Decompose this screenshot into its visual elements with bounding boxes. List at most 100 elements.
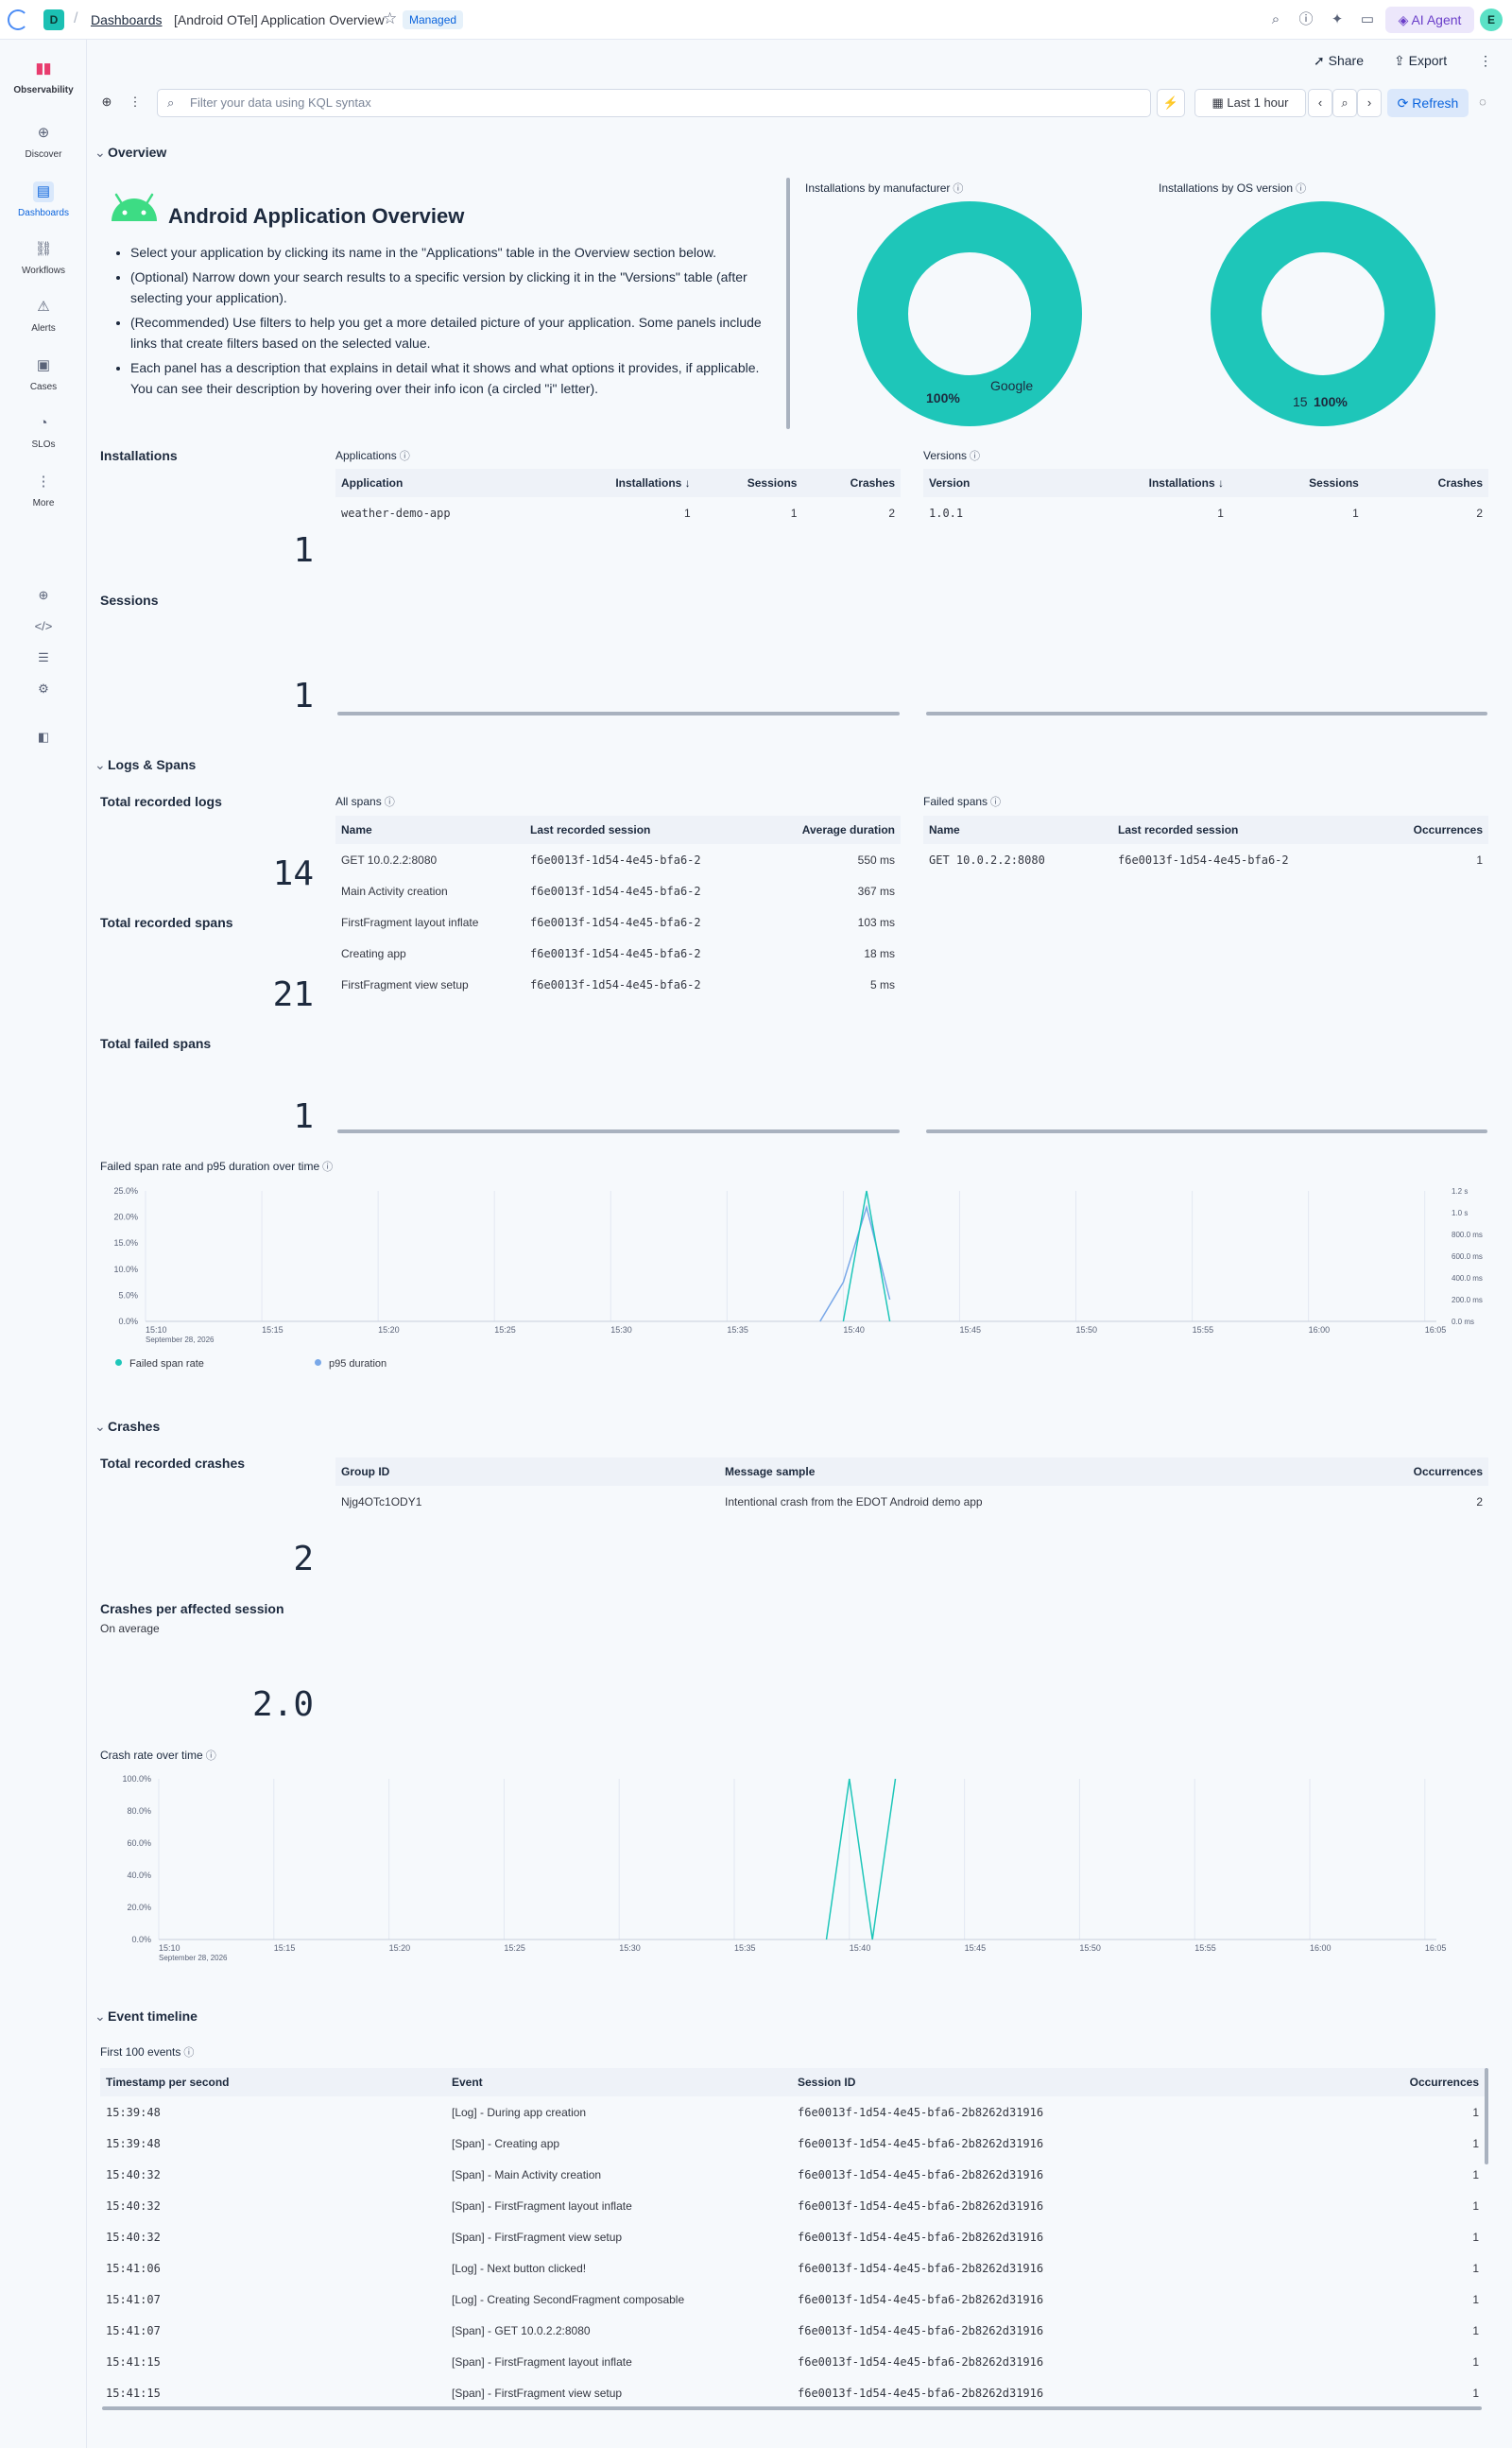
data-management-icon[interactable]: ☰ [33,647,54,668]
session-id-link[interactable]: f6e0013f-1d54-4e45-bfa6-2b8262d31916 [792,2128,1319,2159]
legend-failed-span-rate[interactable]: Failed span rate [115,1358,204,1370]
column-header[interactable]: Crashes [802,469,901,497]
news-feed-icon[interactable]: ✦ [1328,10,1347,29]
dev-tools-icon[interactable]: </> [33,616,54,637]
session-id-link[interactable]: f6e0013f-1d54-4e45-bfa6-2b8262d31916 [792,2315,1319,2346]
info-icon[interactable]: ⓘ [953,183,963,195]
column-header[interactable]: Last recorded session [524,816,765,844]
breadcrumb-dashboards[interactable]: Dashboards [91,12,163,27]
column-header[interactable]: Average duration [764,816,901,844]
timestamp-link[interactable]: 15:41:15 [100,2377,446,2408]
section-logs-spans-header[interactable]: ⌄ Logs & Spans [94,757,196,773]
info-icon[interactable]: ⓘ [400,451,410,462]
share-button[interactable]: ➚ Share [1314,53,1364,69]
legend-p95-duration[interactable]: p95 duration [315,1358,387,1370]
user-avatar[interactable]: E [1480,9,1503,31]
elastic-logo-icon[interactable] [8,9,28,30]
kql-search-input[interactable]: ⌕ Filter your data using KQL syntax [157,89,1151,117]
sidebar-item-cases[interactable]: ▣ Cases [0,355,87,392]
session-id-link[interactable]: f6e0013f-1d54-4e45-bfa6-2b8262d31916 [792,2252,1319,2284]
space-avatar[interactable]: D [43,9,64,30]
column-header[interactable]: Occurrences [1372,816,1488,844]
refresh-button[interactable]: ⟳ Refresh [1387,89,1469,117]
time-picker[interactable]: ▦ Last 1 hour [1194,89,1306,117]
timestamp-link[interactable]: 15:41:07 [100,2315,446,2346]
info-icon[interactable]: ⓘ [385,797,395,808]
session-id-link[interactable]: f6e0013f-1d54-4e45-bfa6-2b8262d31916 [792,2346,1319,2377]
section-crashes-header[interactable]: ⌄ Crashes [94,1419,160,1435]
timestamp-link[interactable]: 15:41:07 [100,2284,446,2315]
column-header[interactable]: Crashes [1364,469,1488,497]
sidebar-item-alerts[interactable]: ⚠ Alerts [0,297,87,334]
donut-slice-google[interactable] [857,201,1082,426]
version-link[interactable]: 1.0.1 [923,497,1039,528]
info-icon[interactable]: ⓘ [970,451,980,462]
session-id-link[interactable]: f6e0013f-1d54-4e45-bfa6-2b8262d31916 [792,2377,1319,2408]
table-scrollbar[interactable] [337,1129,900,1133]
section-overview-header[interactable]: ⌄ Overview [94,145,166,161]
column-header[interactable]: Event [446,2068,792,2096]
application-link[interactable]: weather-demo-app [335,497,545,528]
sidebar-item-more[interactable]: ⋮ More [0,472,87,509]
sidebar-item-slos[interactable]: ◔ SLOs [0,413,87,450]
time-forward-icon[interactable]: › [1357,89,1382,117]
column-header[interactable]: Group ID [335,1457,719,1486]
table-scrollbar[interactable] [337,712,900,715]
column-header[interactable]: Sessions [1228,469,1365,497]
sidebar-brand-observability[interactable]: ▮▮ Observability [0,59,87,95]
table-scrollbar[interactable] [926,1129,1487,1133]
timestamp-link[interactable]: 15:41:06 [100,2252,446,2284]
column-header[interactable]: Installations ↓ [1039,469,1229,497]
settings-gear-icon[interactable]: ⚙ [33,679,54,699]
column-header[interactable]: Sessions [696,469,803,497]
column-header[interactable]: Session ID [792,2068,1319,2096]
timeline-vertical-scrollbar[interactable] [1485,2068,1488,2164]
export-button[interactable]: ⇪ Export [1394,53,1447,69]
session-id-link[interactable]: f6e0013f-1d54-4e45-bfa6-2b8262d31916 [792,2190,1319,2221]
session-id-link[interactable]: f6e0013f-1d54-4e45-bfa6-2b8262d31916 [792,2159,1319,2190]
timestamp-link[interactable]: 15:39:48 [100,2096,446,2128]
zoom-out-icon[interactable]: ⌕ [1332,89,1357,117]
session-id-link[interactable]: f6e0013f-1d54-4e45-bfa6-2b8262d31916 [792,2221,1319,2252]
ai-agent-button[interactable]: ◈ AI Agent [1385,7,1474,33]
timestamp-link[interactable]: 15:39:48 [100,2128,446,2159]
column-header[interactable]: Occurrences [1318,2068,1485,2096]
column-header[interactable]: Name [335,816,524,844]
timeline-horizontal-scrollbar[interactable] [102,2406,1482,2410]
add-filter-icon[interactable]: ⊕ [94,89,119,117]
table-scrollbar[interactable] [926,712,1487,715]
timestamp-link[interactable]: 15:40:32 [100,2190,446,2221]
info-icon[interactable]: ⓘ [990,797,1001,808]
donut-slice-os-15[interactable] [1211,201,1435,426]
time-back-icon[interactable]: ‹ [1308,89,1332,117]
crash-group-link[interactable]: Njg4OTc1ODY1 [335,1486,719,1517]
sidebar-item-discover[interactable]: ⊕ Discover [0,123,87,160]
column-header[interactable]: Name [923,816,1112,844]
info-icon[interactable]: ⓘ [1296,183,1306,195]
search-icon[interactable]: ⌕ [1266,10,1285,29]
info-icon[interactable]: ⓘ [206,1750,216,1762]
timestamp-link[interactable]: 15:40:32 [100,2159,446,2190]
info-icon[interactable]: ⓘ [183,2047,194,2059]
query-menu-icon[interactable]: ⋮ [123,89,147,117]
add-data-icon[interactable]: ⊕ [33,585,54,606]
column-header[interactable]: Version [923,469,1040,497]
quick-menu-icon[interactable]: ⚡ [1157,89,1185,117]
column-header[interactable]: Message sample [719,1457,1312,1486]
section-event-timeline-header[interactable]: ⌄ Event timeline [94,2008,198,2025]
timestamp-link[interactable]: 15:40:32 [100,2221,446,2252]
collapse-nav-icon[interactable]: ◧ [33,727,54,748]
column-header[interactable]: Occurrences [1311,1457,1488,1486]
sidebar-item-dashboards[interactable]: ▤ Dashboards [0,181,87,218]
timestamp-link[interactable]: 15:41:15 [100,2346,446,2377]
session-id-link[interactable]: f6e0013f-1d54-4e45-bfa6-2b8262d31916 [792,2284,1319,2315]
more-options-icon[interactable]: ⋮ [1479,53,1492,69]
sidebar-item-workflows[interactable]: ⛓ Workflows [0,239,87,276]
column-header[interactable]: Timestamp per second [100,2068,446,2096]
auto-refresh-icon[interactable]: ◌ [1472,89,1493,117]
column-header[interactable]: Application [335,469,546,497]
chat-icon[interactable]: ▭ [1358,10,1377,29]
panel-scrollbar[interactable] [786,178,790,429]
session-id-link[interactable]: f6e0013f-1d54-4e45-bfa6-2b8262d31916 [792,2096,1319,2128]
column-header[interactable]: Last recorded session [1112,816,1373,844]
